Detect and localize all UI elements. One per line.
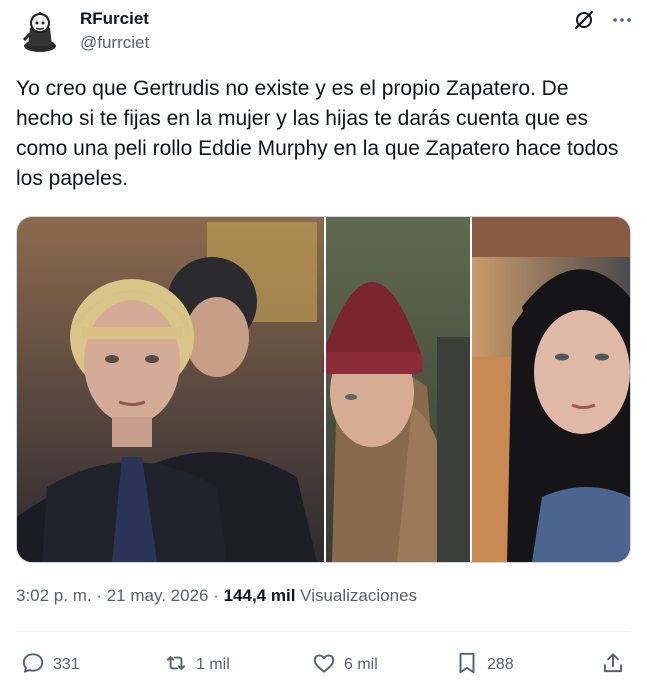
tweet-time[interactable]: 3:02 p. m. xyxy=(16,586,92,605)
reply-button[interactable]: 331 xyxy=(20,648,80,682)
tweet-header: RFurciet @furrciet xyxy=(16,4,631,56)
tweet-meta: 3:02 p. m. · 21 may. 2026 · 144,4 mil Vi… xyxy=(16,586,417,606)
action-bar: 331 1 mil 6 mil 288 xyxy=(16,648,631,682)
tweet-date[interactable]: 21 may. 2026 xyxy=(107,586,209,605)
grok-icon[interactable] xyxy=(571,7,597,33)
bookmark-button[interactable]: 288 xyxy=(454,648,514,682)
tweet: RFurciet @furrciet Yo creo que Gertrudis… xyxy=(0,0,647,691)
more-dots-icon[interactable] xyxy=(609,7,635,33)
media-image-1[interactable] xyxy=(17,217,324,562)
reply-icon xyxy=(20,650,46,681)
avatar[interactable] xyxy=(16,6,64,54)
bookmark-count: 288 xyxy=(487,656,514,673)
like-button[interactable]: 6 mil xyxy=(311,648,378,682)
repost-icon xyxy=(163,650,189,681)
heart-icon xyxy=(311,650,337,681)
share-icon xyxy=(600,650,626,681)
media-grid[interactable] xyxy=(16,216,631,563)
meta-separator-2: · xyxy=(208,586,224,605)
reply-count: 331 xyxy=(53,656,80,673)
like-count: 6 mil xyxy=(344,656,378,673)
tweet-text: Yo creo que Gertrudis no existe y es el … xyxy=(16,77,619,190)
repost-count: 1 mil xyxy=(196,656,230,673)
divider xyxy=(16,631,631,632)
views-count: 144,4 mil xyxy=(223,586,296,605)
share-button[interactable] xyxy=(600,648,626,682)
bookmark-icon xyxy=(454,650,480,681)
views-label: Visualizaciones xyxy=(300,586,418,605)
media-image-3[interactable] xyxy=(472,217,630,562)
display-name[interactable]: RFurciet xyxy=(80,9,149,29)
repost-button[interactable]: 1 mil xyxy=(163,648,230,682)
user-handle[interactable]: @furrciet xyxy=(80,33,149,53)
media-image-2[interactable] xyxy=(322,217,470,562)
meta-separator: · xyxy=(91,586,107,605)
